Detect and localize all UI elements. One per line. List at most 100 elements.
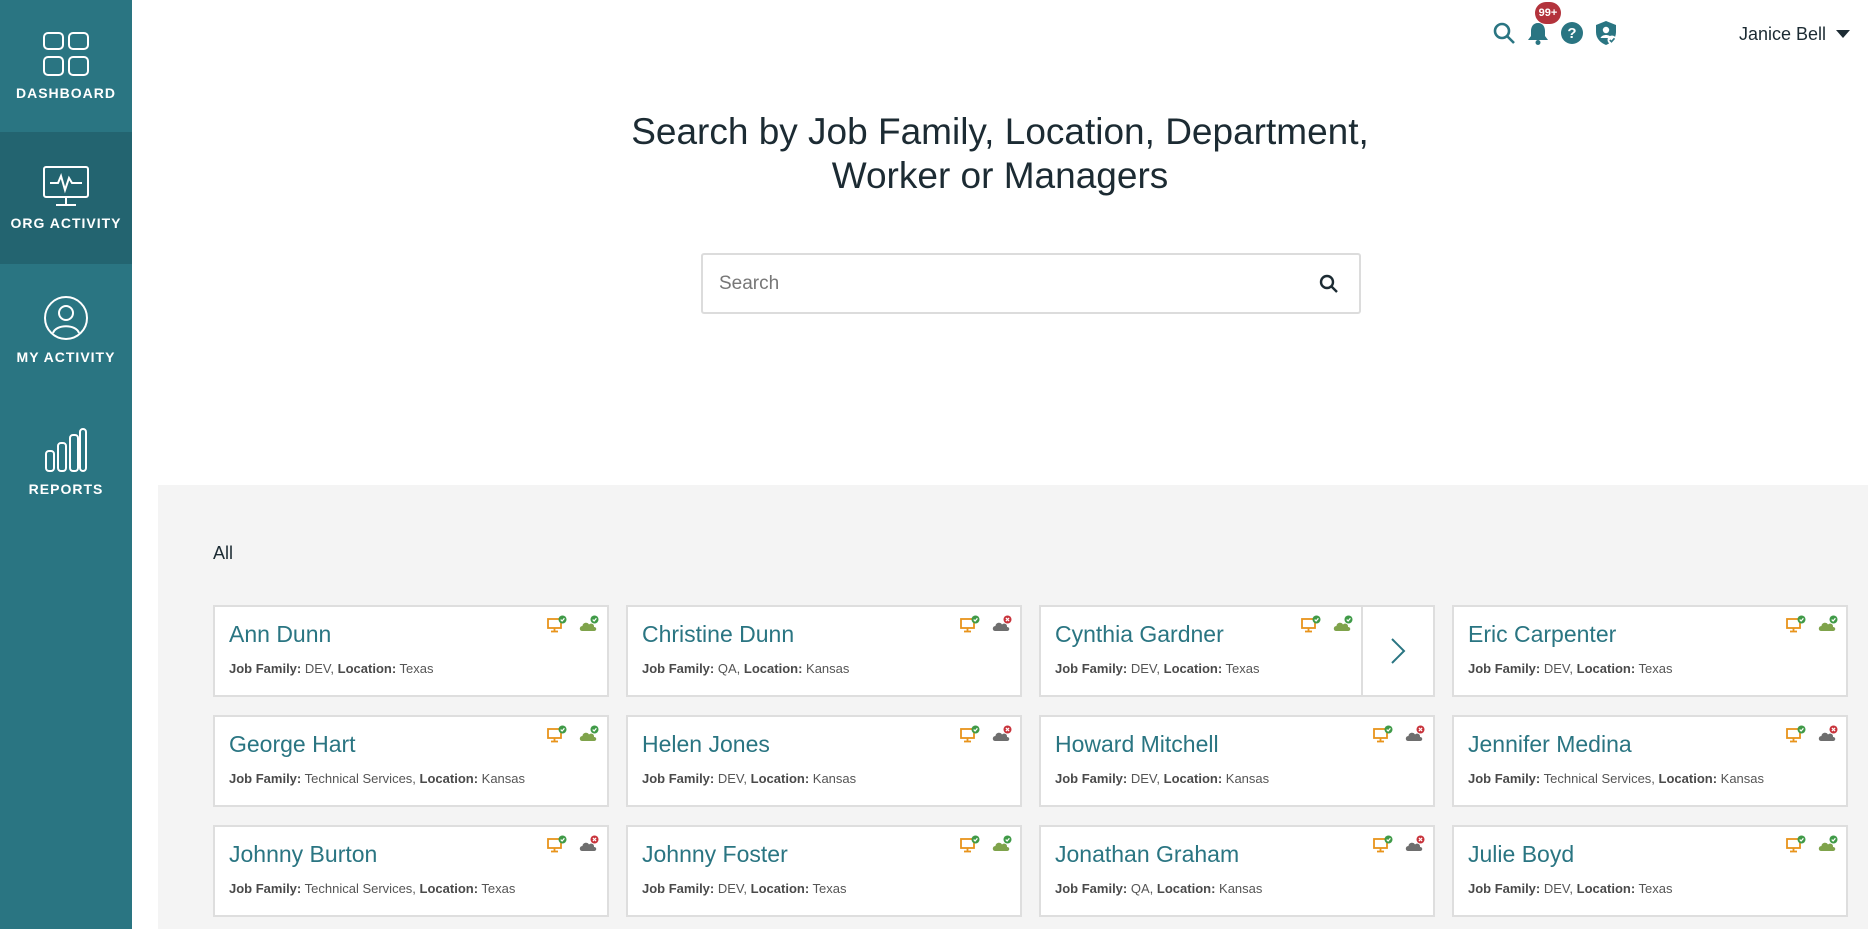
cloud-status-icon [1333, 615, 1353, 631]
worker-name[interactable]: Ann Dunn [229, 621, 331, 648]
status-icons [547, 725, 599, 743]
worker-name[interactable]: Howard Mitchell [1055, 731, 1219, 758]
chevron-right-icon [1391, 638, 1406, 664]
next-arrow-button[interactable] [1361, 607, 1433, 695]
user-menu[interactable]: Janice Bell [1739, 24, 1850, 45]
location-label: Location: [419, 881, 479, 896]
worker-grid: Ann Dunn Job Family: DEV, Location: Texa… [213, 605, 1848, 917]
worker-card[interactable]: Julie Boyd Job Family: DEV, Location: Te… [1452, 825, 1848, 917]
location-value: Texas [481, 881, 516, 896]
bar-chart-icon [45, 428, 87, 472]
job-family-value: Technical Services [304, 881, 413, 896]
worker-card[interactable]: Eric Carpenter Job Family: DEV, Location… [1452, 605, 1848, 697]
worker-name[interactable]: Jennifer Medina [1468, 731, 1632, 758]
worker-card[interactable]: Howard Mitchell Job Family: DEV, Locatio… [1039, 715, 1435, 807]
status-icons [1373, 835, 1425, 853]
search-button[interactable] [1299, 255, 1359, 312]
worker-card[interactable]: George Hart Job Family: Technical Servic… [213, 715, 609, 807]
status-icons [1786, 615, 1838, 633]
location-label: Location: [1163, 661, 1223, 676]
location-label: Location: [1576, 881, 1636, 896]
monitor-status-icon [1786, 725, 1806, 743]
worker-name[interactable]: Julie Boyd [1468, 841, 1574, 868]
nav-org-activity[interactable]: ORG ACTIVITY [0, 132, 132, 264]
status-icons [547, 615, 599, 633]
worker-details: Job Family: DEV, Location: Texas [1468, 661, 1673, 676]
worker-card[interactable]: Jennifer Medina Job Family: Technical Se… [1452, 715, 1848, 807]
worker-card[interactable]: Ann Dunn Job Family: DEV, Location: Texa… [213, 605, 609, 697]
worker-name[interactable]: Johnny Burton [229, 841, 377, 868]
worker-card[interactable]: Helen Jones Job Family: DEV, Location: K… [626, 715, 1022, 807]
job-family-value: DEV [717, 771, 744, 786]
search-icon [1319, 274, 1338, 293]
worker-card[interactable]: Jonathan Graham Job Family: QA, Location… [1039, 825, 1435, 917]
worker-details: Job Family: DEV, Location: Kansas [642, 771, 857, 786]
job-family-label: Job Family: [1055, 771, 1128, 786]
job-family-value: QA [717, 661, 737, 676]
nav-dashboard[interactable]: DASHBOARD [0, 0, 132, 132]
status-icons [547, 835, 599, 853]
monitor-status-icon [547, 725, 567, 743]
cloud-status-icon [992, 835, 1012, 851]
user-name: Janice Bell [1738, 24, 1826, 44]
worker-card[interactable]: Christine Dunn Job Family: QA, Location:… [626, 605, 1022, 697]
filter-all[interactable]: All [213, 543, 233, 564]
nav-reports-label: REPORTS [28, 481, 104, 497]
location-value: Texas [399, 661, 434, 676]
worker-card[interactable]: Cynthia Gardner Job Family: DEV, Locatio… [1039, 605, 1435, 697]
location-value: Texas [812, 881, 847, 896]
location-value: Texas [1638, 881, 1673, 896]
worker-card[interactable]: Johnny Foster Job Family: DEV, Location:… [626, 825, 1022, 917]
shield-user-icon[interactable] [1593, 20, 1619, 46]
monitor-status-icon [1373, 835, 1393, 853]
monitor-status-icon [1786, 615, 1806, 633]
page-title-line-1: Search by Job Family, Location, Departme… [631, 111, 1369, 152]
status-icons [1786, 725, 1838, 743]
svg-text:?: ? [1567, 25, 1576, 42]
location-value: Kansas [1225, 771, 1270, 786]
nav-my-activity[interactable]: MY ACTIVITY [0, 264, 132, 396]
worker-details: Job Family: Technical Services, Location… [229, 771, 526, 786]
worker-details: Job Family: DEV, Location: Texas [229, 661, 434, 676]
page-title: Search by Job Family, Location, Departme… [132, 110, 1868, 198]
worker-details: Job Family: QA, Location: Kansas [1055, 881, 1263, 896]
worker-name[interactable]: Johnny Foster [642, 841, 788, 868]
location-value: Kansas [812, 771, 857, 786]
job-family-value: DEV [1130, 661, 1157, 676]
worker-name[interactable]: Helen Jones [642, 731, 770, 758]
search-icon[interactable] [1491, 20, 1517, 46]
user-circle-icon [44, 296, 88, 340]
job-family-label: Job Family: [1468, 881, 1541, 896]
job-family-label: Job Family: [1055, 881, 1128, 896]
worker-name[interactable]: George Hart [229, 731, 356, 758]
top-bar: 99+ ? Janice Bell [132, 0, 1868, 68]
search-bar [701, 253, 1361, 314]
job-family-label: Job Family: [1055, 661, 1128, 676]
job-family-label: Job Family: [229, 881, 302, 896]
nav-org-activity-label: ORG ACTIVITY [10, 215, 122, 231]
dashboard-grid-icon [43, 32, 89, 76]
search-input[interactable] [703, 272, 1299, 295]
notification-badge: 99+ [1535, 2, 1561, 24]
help-icon[interactable]: ? [1559, 20, 1585, 46]
worker-card[interactable]: Johnny Burton Job Family: Technical Serv… [213, 825, 609, 917]
nav-reports[interactable]: REPORTS [0, 396, 132, 528]
location-value: Kansas [1219, 881, 1263, 896]
cloud-status-icon [992, 725, 1012, 741]
monitor-activity-icon [43, 166, 89, 206]
worker-name[interactable]: Cynthia Gardner [1055, 621, 1224, 648]
worker-name[interactable]: Jonathan Graham [1055, 841, 1239, 868]
status-icons [960, 725, 1012, 743]
worker-name[interactable]: Christine Dunn [642, 621, 794, 648]
job-family-label: Job Family: [642, 881, 715, 896]
worker-name[interactable]: Eric Carpenter [1468, 621, 1616, 648]
location-label: Location: [1658, 771, 1718, 786]
status-icons [1373, 725, 1425, 743]
bell-icon[interactable]: 99+ [1525, 2, 1561, 46]
location-label: Location: [750, 771, 810, 786]
status-icons [960, 835, 1012, 853]
worker-details: Job Family: DEV, Location: Kansas [1055, 771, 1270, 786]
worker-details: Job Family: Technical Services, Location… [1468, 771, 1765, 786]
location-label: Location: [1163, 771, 1223, 786]
job-family-value: Technical Services [1543, 771, 1652, 786]
